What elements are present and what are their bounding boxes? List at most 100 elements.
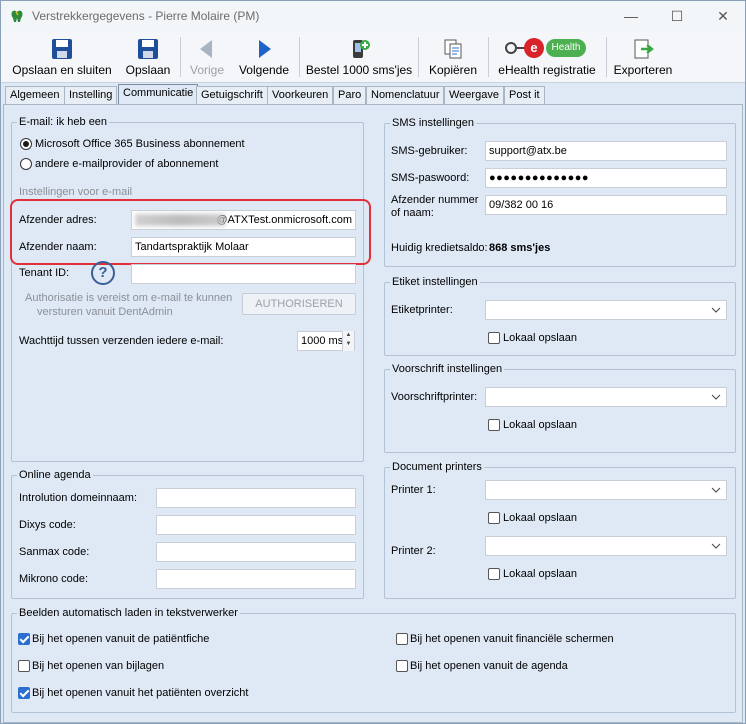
document-printers-title: Document printers — [390, 461, 484, 473]
wait-time-spinner[interactable]: ▲ ▼ — [342, 331, 354, 351]
tab-paro[interactable]: Paro — [333, 86, 367, 104]
copy-button[interactable]: Kopiëren — [423, 35, 483, 81]
opt-agenda-label: Bij het openen vanuit de agenda — [410, 660, 568, 672]
sender-number-label-1: Afzender nummer — [391, 194, 479, 206]
authorize-button[interactable]: AUTHORISEREN — [242, 293, 356, 315]
sms-password-input[interactable]: ●●●●●●●●●●●●●● — [485, 168, 727, 188]
opt-attachments-checkbox[interactable] — [18, 660, 30, 672]
printer1-local-save-checkbox[interactable] — [488, 512, 500, 524]
label-local-save-label: Lokaal opslaan — [503, 332, 578, 344]
label-local-save-checkbox[interactable] — [488, 332, 500, 344]
office365-label: Microsoft Office 365 Business abonnement — [35, 138, 245, 150]
toolbar-separator — [488, 37, 489, 77]
next-button[interactable]: Volgende — [235, 35, 293, 81]
tab-getuigschrift[interactable]: Getuigschrift — [196, 86, 268, 104]
opt-patient-file-label: Bij het openen vanuit de patiëntfiche — [32, 633, 210, 645]
label-printer-label: Etiketprinter: — [391, 304, 453, 316]
tab-communicatie[interactable]: Communicatie — [118, 84, 199, 105]
sms-user-input[interactable]: support@atx.be — [485, 141, 727, 161]
credit-label: Huidig kredietsaldo: — [391, 242, 488, 254]
window-title: Verstrekkergegevens - Pierre Molaire (PM… — [32, 9, 260, 23]
tab-bar: Algemeen Instelling Communicatie Getuigs… — [1, 84, 745, 105]
email-settings-title: Instellingen voor e-mail — [19, 186, 133, 198]
auth-note-line1: Authorisatie is vereist om e-mail te kun… — [25, 292, 233, 304]
opt-attachments-label: Bij het openen van bijlagen — [32, 660, 165, 672]
mobile-phone-add-icon — [353, 40, 370, 58]
next-label: Volgende — [238, 63, 290, 77]
printer2-select[interactable] — [485, 536, 727, 556]
maximize-button[interactable]: ☐ — [657, 5, 697, 27]
other-provider-label: andere e-mailprovider of abonnement — [35, 158, 219, 170]
export-label: Exporteren — [613, 63, 673, 77]
auth-note-line2: versturen vanuit DentAdmin — [37, 306, 173, 318]
order-sms-button[interactable]: Bestel 1000 sms'jes — [305, 35, 413, 81]
save-close-label: Opslaan en sluiten — [12, 63, 112, 77]
label-settings-title: Etiket instellingen — [390, 276, 480, 288]
ehealth-logo: e Health — [493, 35, 601, 61]
export-document-icon — [634, 39, 654, 59]
toolbar-separator — [418, 37, 419, 77]
tab-algemeen[interactable]: Algemeen — [5, 86, 65, 104]
floppy-disk-icon — [138, 39, 158, 59]
sanmax-input[interactable] — [156, 542, 356, 562]
mikrono-input[interactable] — [156, 569, 356, 589]
tab-post-it[interactable]: Post it — [504, 86, 545, 104]
chevron-down-icon — [711, 394, 721, 400]
wait-time-value: 1000 ms — [301, 335, 344, 347]
order-sms-label: Bestel 1000 sms'jes — [305, 63, 413, 77]
tab-nomenclatuur[interactable]: Nomenclatuur — [366, 86, 445, 104]
minimize-button[interactable]: — — [611, 5, 651, 27]
title-bar: Verstrekkergegevens - Pierre Molaire (PM… — [1, 1, 745, 31]
opt-patient-overview-checkbox[interactable] — [18, 687, 30, 699]
printer1-select[interactable] — [485, 480, 727, 500]
printer2-label: Printer 2: — [391, 545, 436, 557]
printer1-local-save-label: Lokaal opslaan — [503, 512, 578, 524]
tab-voorkeuren[interactable]: Voorkeuren — [267, 86, 334, 104]
close-button[interactable]: ✕ — [703, 5, 743, 27]
opt-patient-overview-label: Bij het openen vanuit het patiënten over… — [32, 687, 249, 699]
copy-label: Kopiëren — [428, 63, 478, 77]
save-close-button[interactable]: Opslaan en sluiten — [9, 35, 115, 81]
spin-down-icon[interactable]: ▼ — [343, 340, 354, 349]
introlution-input[interactable] — [156, 488, 356, 508]
printer2-local-save-checkbox[interactable] — [488, 568, 500, 580]
label-printer-select[interactable] — [485, 300, 727, 320]
introlution-label: Introlution domeinnaam: — [19, 492, 138, 504]
prescription-title: Voorschrift instellingen — [390, 363, 505, 375]
ehealth-button[interactable]: e Health eHealth registratie — [493, 35, 601, 81]
tooth-app-icon — [11, 10, 23, 22]
previous-button[interactable]: Vorige — [185, 35, 229, 81]
sms-password-label: SMS-paswoord: — [391, 172, 470, 184]
opt-patient-file-checkbox[interactable] — [18, 633, 30, 645]
export-button[interactable]: Exporteren — [611, 35, 675, 81]
other-provider-radio[interactable] — [20, 158, 32, 170]
printer1-label: Printer 1: — [391, 484, 436, 496]
tab-instelling[interactable]: Instelling — [64, 86, 118, 104]
prescription-printer-select[interactable] — [485, 387, 727, 407]
sender-number-input[interactable]: 09/382 00 16 — [485, 195, 727, 215]
sanmax-label: Sanmax code: — [19, 546, 90, 558]
tab-weergave[interactable]: Weergave — [444, 86, 504, 104]
dixys-label: Dixys code: — [19, 519, 76, 531]
help-icon[interactable]: ? — [91, 261, 115, 285]
copy-documents-icon — [444, 39, 462, 59]
sms-group-title: SMS instellingen — [390, 117, 476, 129]
office365-radio[interactable] — [20, 138, 32, 150]
prescription-local-save-label: Lokaal opslaan — [503, 419, 578, 431]
toolbar-separator — [606, 37, 607, 77]
tenant-id-input[interactable] — [131, 264, 356, 284]
spin-up-icon[interactable]: ▲ — [343, 331, 354, 340]
prescription-printer-label: Voorschriftprinter: — [391, 391, 478, 403]
online-agenda-title: Online agenda — [17, 469, 93, 481]
save-button[interactable]: Opslaan — [121, 35, 175, 81]
mikrono-label: Mikrono code: — [19, 573, 89, 585]
tenant-id-label: Tenant ID: — [19, 267, 70, 279]
dixys-input[interactable] — [156, 515, 356, 535]
toolbar: Opslaan en sluiten Opslaan Vorige Volgen… — [1, 31, 745, 83]
opt-financial-checkbox[interactable] — [396, 633, 408, 645]
opt-agenda-checkbox[interactable] — [396, 660, 408, 672]
sms-user-label: SMS-gebruiker: — [391, 145, 468, 157]
toolbar-separator — [180, 37, 181, 77]
prescription-local-save-checkbox[interactable] — [488, 419, 500, 431]
arrow-right-icon — [259, 40, 271, 58]
